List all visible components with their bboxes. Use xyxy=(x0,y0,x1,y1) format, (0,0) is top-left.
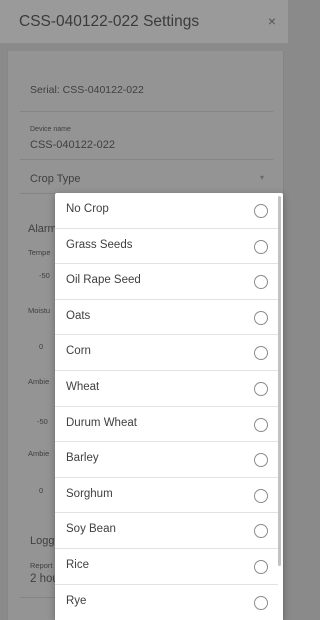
crop-option-label: Barley xyxy=(66,452,99,465)
crop-option-label: Sorghum xyxy=(66,487,113,500)
radio-unchecked-icon[interactable] xyxy=(254,417,268,432)
crop-option[interactable]: Sorghum xyxy=(55,478,278,514)
crop-option-label: Corn xyxy=(66,345,91,358)
crop-option-label: Wheat xyxy=(66,381,100,393)
report-interval-label: Report xyxy=(30,561,53,570)
serial-text: Serial: CSS-040122-022 xyxy=(30,84,144,96)
crop-option[interactable]: Rye xyxy=(55,585,278,620)
crop-option[interactable]: Barley xyxy=(55,442,278,478)
dialog-title: CSS-040122-022 Settings xyxy=(19,13,200,30)
crop-option-label: Soy Bean xyxy=(66,523,116,536)
crop-option[interactable]: Wheat xyxy=(55,371,278,407)
close-icon[interactable]: × xyxy=(268,13,276,29)
radio-unchecked-icon[interactable] xyxy=(254,453,268,468)
radio-unchecked-icon[interactable] xyxy=(254,595,268,610)
device-name-field[interactable]: CSS-040122-022 xyxy=(30,139,115,151)
crop-option-label: No Crop xyxy=(66,203,109,215)
radio-unchecked-icon[interactable] xyxy=(254,310,268,325)
ambient-humidity-label: Ambie xyxy=(28,449,50,458)
alarms-heading: Alarm xyxy=(28,223,57,235)
ambient-humidity-min-value: 0 xyxy=(39,486,44,495)
crop-option-label: Oil Rape Seed xyxy=(66,274,141,287)
crop-option-label: Durum Wheat xyxy=(66,416,137,429)
crop-option-label: Rice xyxy=(66,559,90,571)
radio-unchecked-icon[interactable] xyxy=(254,382,268,396)
dropdown-scrollbar[interactable] xyxy=(278,196,281,566)
radio-unchecked-icon[interactable] xyxy=(254,204,268,218)
radio-unchecked-icon[interactable] xyxy=(254,346,268,361)
crop-option[interactable]: No Crop xyxy=(55,193,278,229)
divider xyxy=(20,111,273,112)
radio-unchecked-icon[interactable] xyxy=(254,488,268,503)
crop-option-label: Grass Seeds xyxy=(66,238,133,251)
crop-option[interactable]: Corn xyxy=(55,335,278,371)
ambient-temp-label: Ambie xyxy=(28,377,50,386)
crop-option[interactable]: Oats xyxy=(55,300,278,336)
ambient-temp-min-value: -50 xyxy=(37,417,48,426)
crop-type-select[interactable]: Crop Type xyxy=(30,173,81,185)
temperature-label: Tempe xyxy=(28,248,51,257)
crop-type-dropdown: No Crop Grass Seeds Oil Rape Seed Oats C… xyxy=(55,193,283,620)
device-name-label: Device name xyxy=(30,126,71,133)
moisture-label: Moistu xyxy=(28,306,51,315)
crop-option-label: Rye xyxy=(66,594,87,607)
crop-option[interactable]: Grass Seeds xyxy=(55,229,278,265)
divider xyxy=(20,159,273,160)
crop-option[interactable]: Soy Bean xyxy=(55,513,278,549)
logging-heading: Loggi xyxy=(30,535,57,547)
dialog-header: CSS-040122-022 Settings × xyxy=(0,0,288,44)
temperature-min-value: -50 xyxy=(39,271,50,280)
radio-unchecked-icon[interactable] xyxy=(254,275,268,290)
crop-option[interactable]: Rice xyxy=(55,549,278,585)
chevron-down-icon: ▾ xyxy=(260,173,265,182)
crop-option-label: Oats xyxy=(66,309,91,322)
moisture-min-value: 0 xyxy=(39,342,44,351)
radio-unchecked-icon[interactable] xyxy=(254,524,268,539)
radio-unchecked-icon[interactable] xyxy=(254,560,268,574)
crop-option[interactable]: Durum Wheat xyxy=(55,407,278,443)
radio-unchecked-icon[interactable] xyxy=(254,239,268,254)
crop-option[interactable]: Oil Rape Seed xyxy=(55,264,278,300)
